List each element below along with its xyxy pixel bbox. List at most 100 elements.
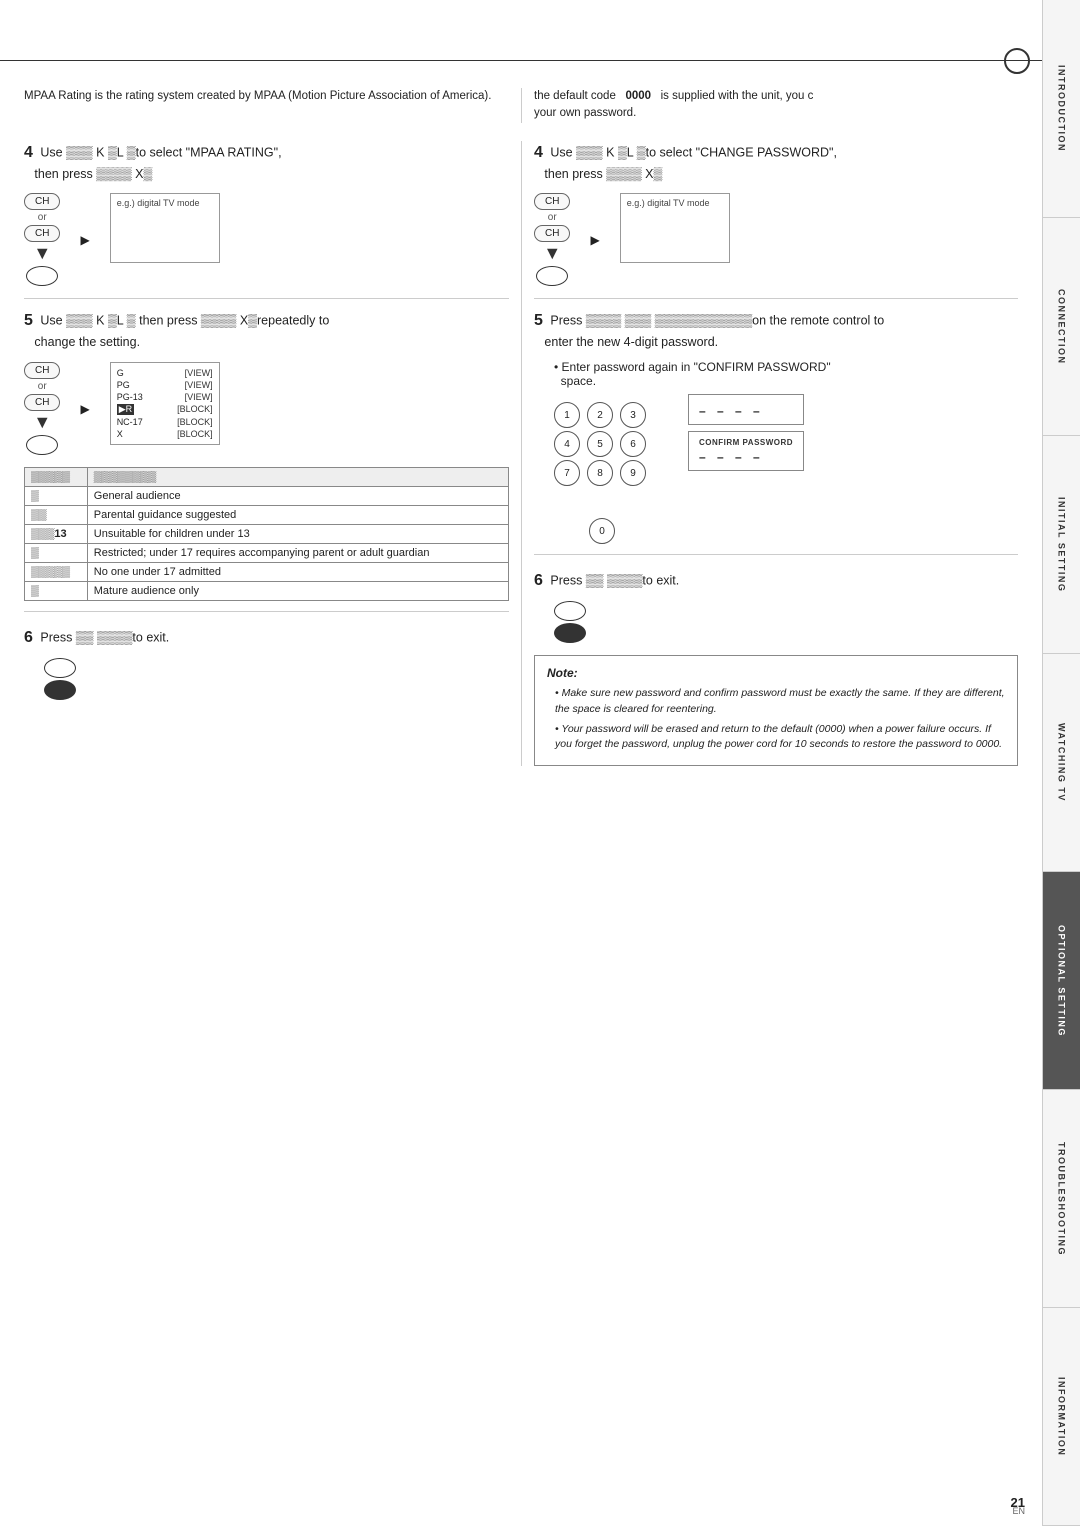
numpad-6[interactable]: 6: [620, 431, 646, 457]
desc-NC17: No one under 17 admitted: [87, 563, 508, 582]
step6-right: 6 Press ▒▒ ▒▒▒▒to exit.: [534, 569, 1018, 643]
tab-introduction[interactable]: INTRODUCTION: [1043, 0, 1080, 218]
rating-X: ▒: [25, 582, 88, 601]
numpad-1[interactable]: 1: [554, 402, 580, 428]
rating-table: ▒▒▒▒▒ ▒▒▒▒▒▒▒▒ ▒ General audience ▒▒ Par…: [24, 467, 509, 601]
down-arrow: ▼: [33, 244, 51, 262]
step6-right-text: Press ▒▒ ▒▒▒▒to exit.: [550, 573, 679, 587]
numpad-0[interactable]: 0: [589, 518, 615, 544]
numpad-4[interactable]: 4: [554, 431, 580, 457]
step6-left-text: Press ▒▒ ▒▒▒▒to exit.: [40, 630, 169, 644]
or-label-r: or: [548, 212, 557, 223]
rating-R: ▒: [25, 544, 88, 563]
numpad-7[interactable]: 7: [554, 460, 580, 486]
rating-NC17: ▒▒▒▒▒: [25, 563, 88, 582]
numpad-9[interactable]: 9: [620, 460, 646, 486]
note-bullet-2: • Your password will be erased and retur…: [555, 722, 1005, 754]
tab-troubleshooting[interactable]: TROUBLESHOOTING: [1043, 1090, 1080, 1308]
arrow-right2: ▶: [80, 402, 89, 416]
divider3: [534, 298, 1018, 299]
confirm-password-box: CONFIRM PASSWORD – – – –: [688, 431, 804, 471]
side-tabs: INTRODUCTION CONNECTION INITIAL SETTING …: [1042, 0, 1080, 1526]
step5-right-num: 5: [534, 312, 543, 329]
left-column: 4 Use ▒▒▒ K ▒L ▒to select "MPAA RATING",…: [24, 141, 521, 767]
remote-left-step4: CH or CH ▼: [24, 193, 60, 286]
table-row: ▒▒▒▒▒ No one under 17 admitted: [25, 563, 509, 582]
remote-oval-filled-step6-right: [554, 623, 586, 643]
tab-watching-tv[interactable]: WATCHING TV: [1043, 654, 1080, 872]
rating-G: ▒: [25, 487, 88, 506]
password-dashes-top: – – – –: [699, 404, 793, 418]
numpad-2[interactable]: 2: [587, 402, 613, 428]
divider2: [24, 611, 509, 612]
password-dashes-bot: – – – –: [699, 450, 793, 464]
tab-information[interactable]: INFORMATION: [1043, 1308, 1080, 1526]
tab-initial-setting[interactable]: INITIAL SETTING: [1043, 436, 1080, 654]
table-row: ▒ General audience: [25, 487, 509, 506]
numpad-grid: 1 2 3 4 5 6 7 8 9: [554, 402, 650, 515]
ch-btn-bot: CH: [24, 225, 60, 242]
note-title: Note:: [547, 664, 1005, 682]
numpad-3[interactable]: 3: [620, 402, 646, 428]
step4-right-header: 4 Use ▒▒▒ K ▒L ▒to select "CHANGE PASSWO…: [534, 141, 1018, 184]
arrow-right-icon: ▶: [80, 233, 89, 247]
step6-left: 6 Press ▒▒ ▒▒▒▒to exit.: [24, 626, 509, 700]
eg-label-step4-right: e.g.) digital TV mode: [627, 198, 723, 208]
rating-table-header-2: ▒▒▒▒▒▒▒▒: [87, 468, 508, 487]
step6-right-num: 6: [534, 572, 543, 589]
remote-oval2: [26, 435, 58, 455]
remote-oval-filled-step6-left: [44, 680, 76, 700]
numpad-wrapper: 1 2 3 4 5 6 7 8 9 0: [554, 394, 650, 544]
tv-row-NC17: NC-17[BLOCK]: [117, 416, 213, 428]
confirm-password-label: CONFIRM PASSWORD: [699, 438, 793, 447]
numpad-8[interactable]: 8: [587, 460, 613, 486]
step5-left-num: 5: [24, 312, 33, 329]
or-label2: or: [38, 381, 47, 392]
step4-left-num: 4: [24, 144, 33, 161]
step6-left-header: 6 Press ▒▒ ▒▒▒▒to exit.: [24, 626, 509, 650]
tv-row-PG13: PG-13[VIEW]: [117, 391, 213, 403]
tv-row-X: X[BLOCK]: [117, 428, 213, 440]
tv-screen-step4-left: e.g.) digital TV mode: [110, 193, 220, 263]
tab-connection[interactable]: CONNECTION: [1043, 218, 1080, 436]
divider4: [534, 554, 1018, 555]
ch-btn-bot2: CH: [24, 394, 60, 411]
ch-btn-top-r: CH: [534, 193, 570, 210]
step4-right-text: Use ▒▒▒ K ▒L ▒to select "CHANGE PASSWORD…: [534, 145, 837, 181]
desc-X: Mature audience only: [87, 582, 508, 601]
step6-right-remote: [554, 601, 1018, 643]
tv-row-PG: PG[VIEW]: [117, 379, 213, 391]
intro-left-text: MPAA Rating is the rating system created…: [24, 88, 521, 123]
remote-oval-step6-right: [554, 601, 586, 621]
step6-left-num: 6: [24, 629, 33, 646]
table-row: ▒▒ Parental guidance suggested: [25, 506, 509, 525]
remote-oval: [26, 266, 58, 286]
step4-right-num: 4: [534, 144, 543, 161]
numpad-5[interactable]: 5: [587, 431, 613, 457]
rating-PG13: ▒▒▒13: [25, 525, 88, 544]
remote-left-step5: CH or CH ▼: [24, 362, 60, 455]
ch-btn-top: CH: [24, 193, 60, 210]
table-row: ▒ Mature audience only: [25, 582, 509, 601]
remote-oval-step6-left: [44, 658, 76, 678]
divider1: [24, 298, 509, 299]
table-row: ▒ Restricted; under 17 requires accompan…: [25, 544, 509, 563]
eg-label-step4-left: e.g.) digital TV mode: [117, 198, 213, 208]
step5-left-header: 5 Use ▒▒▒ K ▒L ▒ then press ▒▒▒▒ X▒repea…: [24, 309, 509, 352]
note-box: Note: • Make sure new password and confi…: [534, 655, 1018, 766]
down-arrow2: ▼: [33, 413, 51, 431]
step4-left-diagram: CH or CH ▼ ▶ e.g.) digital TV mode: [24, 193, 509, 286]
step4-left-text: Use ▒▒▒ K ▒L ▒to select "MPAA RATING", t…: [24, 145, 282, 181]
remote-right-step4: CH or CH ▼: [534, 193, 570, 286]
ch-btn-bot-r: CH: [534, 225, 570, 242]
step6-right-header: 6 Press ▒▒ ▒▒▒▒to exit.: [534, 569, 1018, 593]
desc-PG: Parental guidance suggested: [87, 506, 508, 525]
tab-optional-setting[interactable]: OPTIONAL SETTING: [1043, 872, 1080, 1090]
step5-right-bullet: • Enter password again in "CONFIRM PASSW…: [554, 360, 1018, 388]
remote-oval-r: [536, 266, 568, 286]
page-lang: EN: [1012, 1506, 1025, 1516]
desc-R: Restricted; under 17 requires accompanyi…: [87, 544, 508, 563]
step4-left-header: 4 Use ▒▒▒ K ▒L ▒to select "MPAA RATING",…: [24, 141, 509, 184]
two-col-layout: 4 Use ▒▒▒ K ▒L ▒to select "MPAA RATING",…: [24, 141, 1018, 767]
step5-left-diagram: CH or CH ▼ ▶ G[VIEW] PG[VIEW] PG-13[VIEW…: [24, 362, 509, 455]
